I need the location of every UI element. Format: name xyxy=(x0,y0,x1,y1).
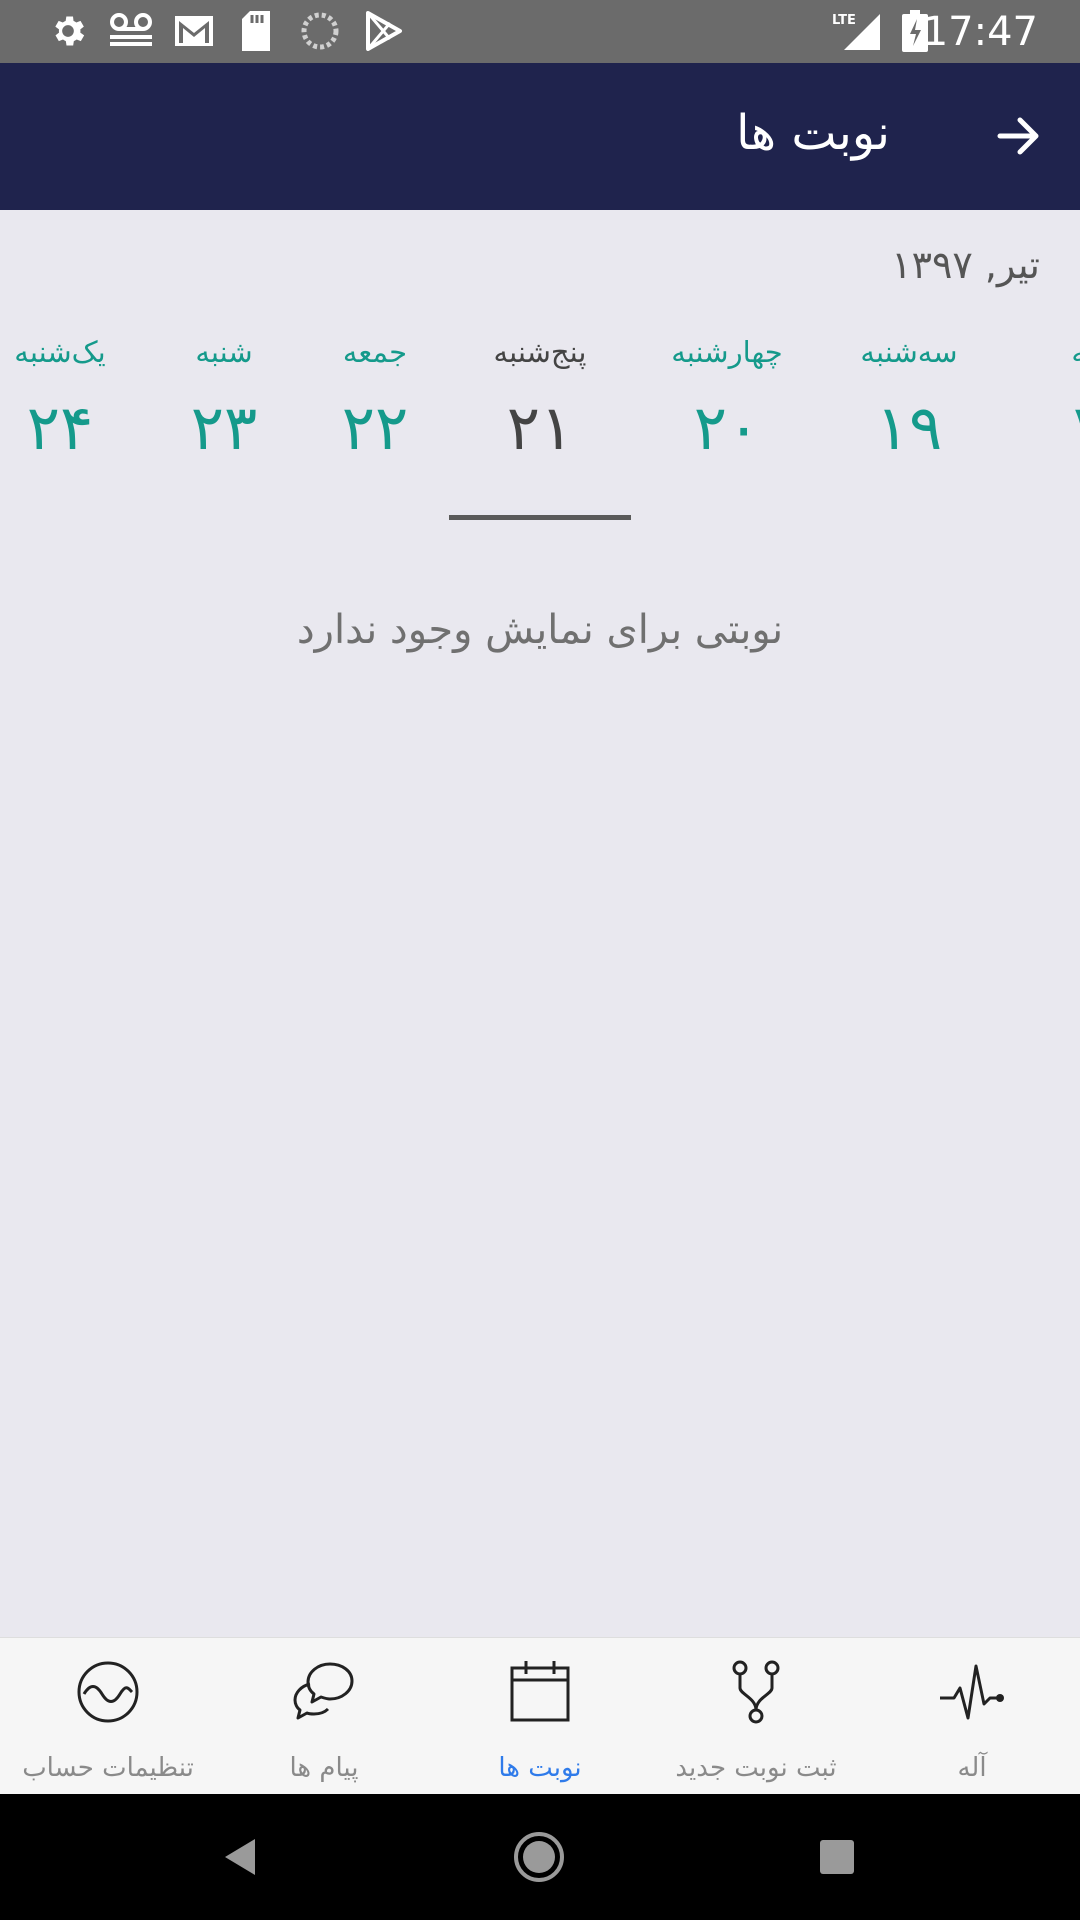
calendar-icon xyxy=(510,1661,570,1722)
nav-label: تنظیمات حساب xyxy=(22,1753,194,1783)
system-navigation-bar xyxy=(0,1794,1080,1920)
arrow-right-icon xyxy=(997,117,1039,155)
bottom-navigation: تنظیمات حساب پیام ها نوبت ها ثبت نوبت جد… xyxy=(0,1637,1080,1794)
recents-square-icon[interactable] xyxy=(804,1824,870,1890)
day-name: یک‌شنبه xyxy=(14,335,106,369)
day-number: ۲۰ xyxy=(693,391,761,464)
branch-icon xyxy=(732,1660,780,1724)
day-number: ۱۹ xyxy=(875,391,943,464)
signal-icon: LTE xyxy=(830,10,882,52)
nav-label: آله xyxy=(957,1753,987,1783)
nav-label: نوبت ها xyxy=(498,1753,582,1783)
day-item[interactable]: یک‌شنبه ۲۴ xyxy=(0,330,160,468)
nav-label: ثبت نوبت جدید xyxy=(675,1753,837,1783)
play-store-icon xyxy=(362,10,406,52)
status-bar: LTE 17:47 xyxy=(0,0,1080,63)
voicemail-icon xyxy=(104,10,158,52)
nav-item-pulse[interactable]: آله xyxy=(864,1638,1080,1795)
nav-item-account-settings[interactable]: تنظیمات حساب xyxy=(0,1638,216,1795)
svg-text:LTE: LTE xyxy=(832,13,856,28)
day-item[interactable]: چهارشنبه ۲۰ xyxy=(627,330,827,468)
home-circle-icon[interactable] xyxy=(506,1824,572,1890)
day-number: ۲۴ xyxy=(26,391,94,464)
sd-card-icon xyxy=(238,10,274,52)
day-name: چهارشنبه xyxy=(671,335,783,369)
page-title: نوبت ها xyxy=(736,105,890,161)
wave-circle-icon xyxy=(77,1661,139,1723)
day-item[interactable]: شنبه ۱۸ xyxy=(1000,330,1080,468)
day-item[interactable]: سه‌شنبه ۱۹ xyxy=(809,330,1009,468)
day-number: ۱۸ xyxy=(1000,388,1080,468)
back-triangle-icon[interactable] xyxy=(208,1824,274,1890)
back-button[interactable] xyxy=(984,101,1054,171)
day-name: سه‌شنبه xyxy=(860,335,958,369)
pulse-icon xyxy=(940,1664,1004,1720)
gmail-icon xyxy=(172,10,216,52)
empty-state-message: نوبتی برای نمایش وجود ندارد xyxy=(296,607,784,653)
gear-icon xyxy=(46,10,90,52)
nav-item-messages[interactable]: پیام ها xyxy=(216,1638,432,1795)
nav-item-appointments[interactable]: نوبت ها xyxy=(432,1638,648,1795)
nav-item-new-appointment[interactable]: ثبت نوبت جدید xyxy=(648,1638,864,1795)
selected-day-indicator xyxy=(449,515,631,520)
month-label: تیر, ۱۳۹۷ xyxy=(891,243,1040,287)
day-name: شنبه xyxy=(1071,335,1080,369)
nav-label: پیام ها xyxy=(289,1753,359,1783)
sync-icon xyxy=(298,10,342,52)
status-time: 17:47 xyxy=(922,9,1038,55)
chat-bubbles-icon xyxy=(293,1662,354,1720)
app-bar: نوبت ها xyxy=(0,63,1080,210)
